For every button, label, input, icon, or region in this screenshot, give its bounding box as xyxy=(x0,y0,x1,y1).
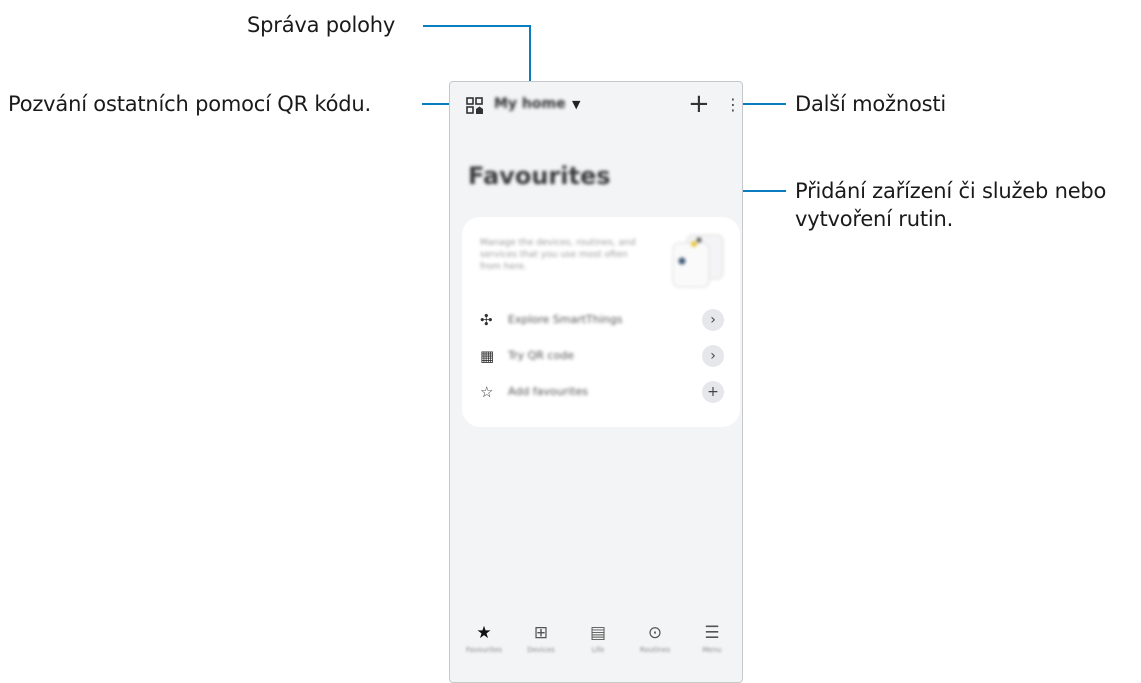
tab-routines[interactable]: ⊙ Routines xyxy=(627,622,683,654)
chevron-down-icon[interactable]: ▼ xyxy=(572,98,580,111)
star-outline-icon: ☆ xyxy=(480,383,494,401)
chevron-right-icon[interactable]: › xyxy=(702,309,724,331)
nav-label: Favourites xyxy=(465,646,503,654)
add-favourite-icon[interactable]: + xyxy=(702,381,724,403)
tab-menu[interactable]: ☰ Menu xyxy=(684,622,740,654)
callout-add-line2: vytvoření rutin. xyxy=(795,207,954,231)
tab-devices[interactable]: ⊞ Devices xyxy=(513,622,569,654)
devices-icon: ⊞ xyxy=(533,623,549,643)
list-item[interactable]: ☆ Add favourites + xyxy=(462,377,740,407)
phone-screen: My home ▼ + ⋮ Favourites Manage the devi… xyxy=(449,81,743,683)
tab-life[interactable]: ▤ Life xyxy=(570,622,626,654)
more-options-icon[interactable]: ⋮ xyxy=(725,94,741,116)
callout-more-options: Další možnosti xyxy=(795,92,947,116)
leader-line-location-h xyxy=(423,25,531,27)
favourites-card: Manage the devices, routines, and servic… xyxy=(462,217,740,427)
tab-favourites[interactable]: ★ Favourites xyxy=(456,622,512,654)
list-item[interactable]: ▦ Try QR code › xyxy=(462,341,740,371)
card-description: Manage the devices, routines, and servic… xyxy=(480,238,636,272)
routines-icon: ⊙ xyxy=(647,623,663,643)
life-icon: ▤ xyxy=(589,623,607,643)
qr-code-icon: ▦ xyxy=(480,347,495,365)
star-icon: ★ xyxy=(476,623,492,643)
page-title: Favourites xyxy=(468,162,611,190)
nav-label: Menu xyxy=(702,646,722,654)
nav-label: Devices xyxy=(527,646,555,654)
callout-invite-qr: Pozvání ostatních pomocí QR kódu. xyxy=(8,92,372,116)
nav-label: Life xyxy=(591,646,605,654)
menu-icon: ☰ xyxy=(704,623,720,643)
bottom-navigation: ★ Favourites ⊞ Devices ▤ Life ⊙ Routines… xyxy=(450,622,742,682)
row-label: Add favourites xyxy=(508,385,589,398)
callout-location: Správa polohy xyxy=(247,13,396,37)
fan-icon: ✣ xyxy=(480,311,493,329)
list-item[interactable]: ✣ Explore SmartThings › xyxy=(462,305,740,335)
row-label: Explore SmartThings xyxy=(508,313,623,326)
callout-add-line1: Přidání zařízení či služeb nebo xyxy=(795,179,1107,203)
location-selector[interactable]: My home xyxy=(494,96,566,112)
nav-label: Routines xyxy=(639,646,671,654)
devices-illustration-icon xyxy=(672,234,724,288)
chevron-right-icon[interactable]: › xyxy=(702,345,724,367)
leader-line-more xyxy=(737,103,786,105)
add-icon[interactable]: + xyxy=(688,90,710,118)
qr-code-icon[interactable] xyxy=(466,97,484,115)
app-top-bar: My home ▼ + ⋮ xyxy=(450,90,742,118)
row-label: Try QR code xyxy=(508,349,574,362)
